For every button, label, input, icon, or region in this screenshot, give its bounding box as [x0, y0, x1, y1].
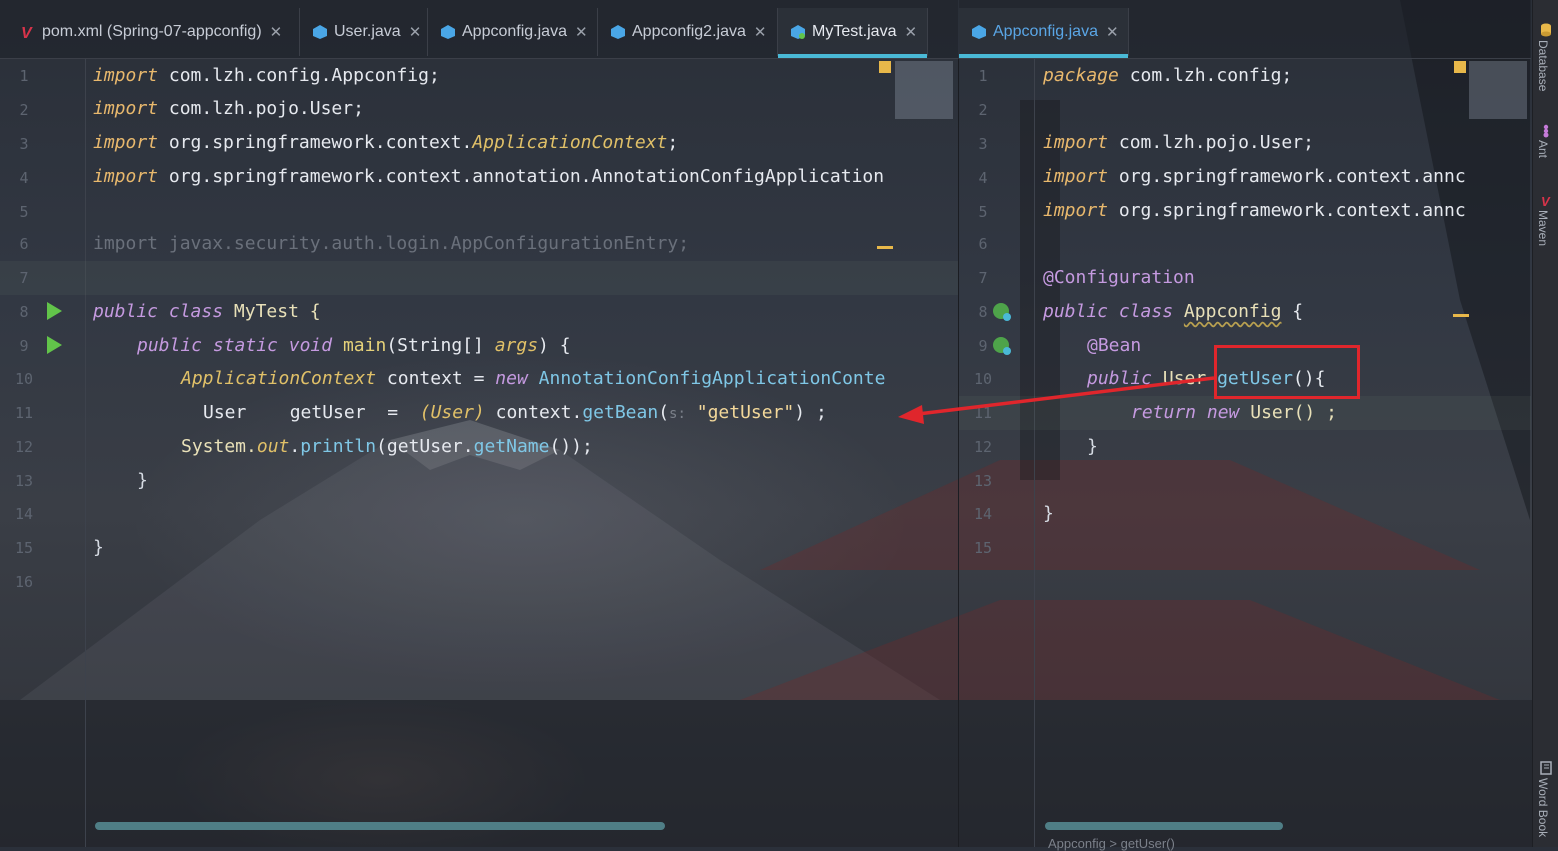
maven-icon: V: [1540, 193, 1552, 209]
svg-text:V: V: [1541, 194, 1551, 208]
book-icon: [1540, 760, 1552, 775]
annotation-arrow: [898, 376, 1215, 424]
ant-icon: [1540, 123, 1552, 138]
database-icon: [1540, 22, 1552, 37]
tool-window-label: Ant: [1536, 140, 1550, 159]
tool-window-label: Maven: [1536, 210, 1550, 247]
tool-window-label: Word Book: [1536, 778, 1550, 838]
tool-window-label: Database: [1536, 40, 1550, 92]
right-tool-strip: Database Ant V Maven Word Book: [1532, 0, 1558, 847]
